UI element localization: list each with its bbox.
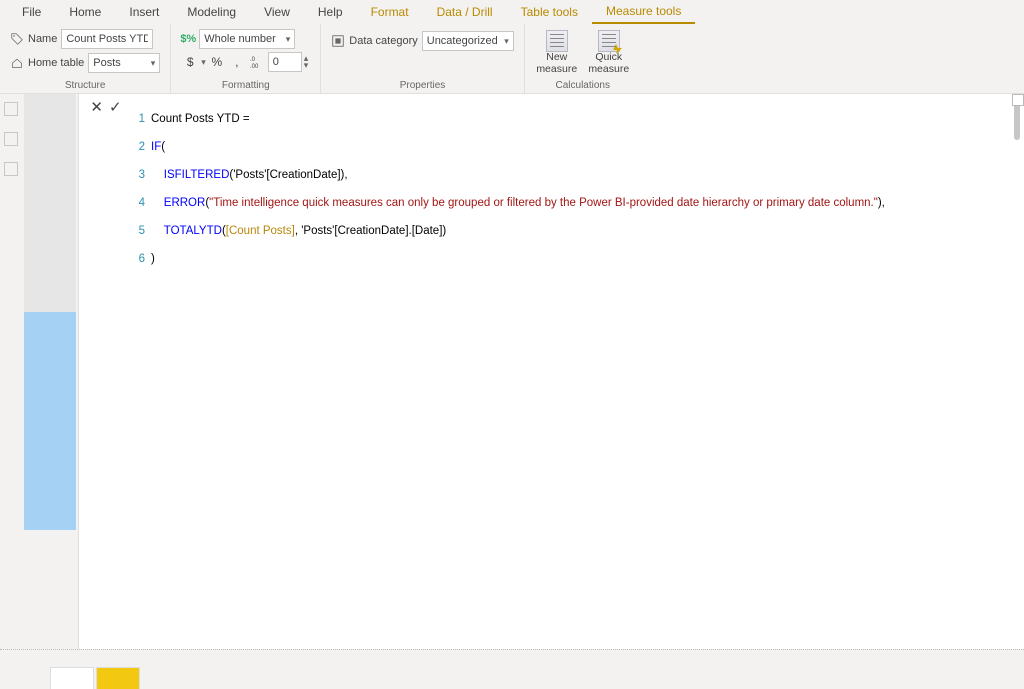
page-tabs xyxy=(0,649,1024,689)
chevron-down-icon: ▾ xyxy=(151,58,156,69)
currency-button[interactable]: $ xyxy=(181,52,199,72)
home-table-icon xyxy=(10,56,24,70)
group-structure: Name Home table Posts ▾ Structure xyxy=(0,24,171,93)
name-label: Name xyxy=(28,33,57,45)
tag-icon xyxy=(10,32,24,46)
data-category-label: Data category xyxy=(349,35,417,47)
home-table-select[interactable]: Posts ▾ xyxy=(88,53,160,73)
tab-format[interactable]: Format xyxy=(357,1,423,23)
tab-file[interactable]: File xyxy=(8,1,55,23)
name-input[interactable] xyxy=(61,29,153,49)
ribbon: Name Home table Posts ▾ Structure xyxy=(0,24,1024,94)
format-value: Whole number xyxy=(204,33,276,45)
line-number: 5 xyxy=(133,224,151,238)
group-properties: Data category Uncategorized ▾ Properties xyxy=(321,24,524,93)
decimal-group-button[interactable]: .0.00 xyxy=(248,52,266,72)
group-structure-label: Structure xyxy=(10,78,160,91)
group-formatting-label: Formatting xyxy=(181,78,310,91)
commit-formula-button[interactable]: ✓ xyxy=(109,98,122,116)
data-category-value: Uncategorized xyxy=(427,35,498,47)
tab-help[interactable]: Help xyxy=(304,1,357,23)
quick-measure-label: Quick measure xyxy=(587,52,631,75)
data-category-select[interactable]: Uncategorized ▾ xyxy=(422,31,514,51)
ribbon-tabs: File Home Insert Modeling View Help Form… xyxy=(0,0,1024,24)
page-tab-1[interactable] xyxy=(50,667,94,689)
percent-button[interactable]: % xyxy=(208,52,226,72)
chevron-down-icon: ▾ xyxy=(286,34,291,45)
calculator-icon xyxy=(546,30,568,52)
dax-code-editor[interactable]: 1Count Posts YTD = 2IF( 3 ISFILTERED('Po… xyxy=(133,94,1024,649)
scrollbar-vertical[interactable] xyxy=(1014,100,1020,140)
selection-pane xyxy=(22,94,78,649)
quick-measure-icon xyxy=(598,30,620,52)
group-calculations: New measure Quick measure Calculations xyxy=(525,24,641,93)
data-view-icon[interactable] xyxy=(4,132,18,146)
tab-view[interactable]: View xyxy=(250,1,304,23)
home-table-label: Home table xyxy=(28,57,84,69)
report-view-icon[interactable] xyxy=(4,102,18,116)
thousands-button[interactable]: , xyxy=(228,52,246,72)
quick-measure-button[interactable]: Quick measure xyxy=(587,28,631,75)
main-area: ✕ ✓ 1Count Posts YTD = 2IF( 3 ISFILTERED… xyxy=(0,94,1024,649)
tab-measure-tools[interactable]: Measure tools xyxy=(592,0,695,24)
line-number: 3 xyxy=(133,168,151,182)
spinner-down-icon[interactable]: ▾ xyxy=(304,62,309,69)
svg-text:.00: .00 xyxy=(250,64,259,68)
group-calculations-label: Calculations xyxy=(535,78,631,91)
page-tab-2[interactable] xyxy=(96,667,140,689)
tab-modeling[interactable]: Modeling xyxy=(173,1,250,23)
new-measure-label: New measure xyxy=(535,52,579,75)
line-number: 6 xyxy=(133,252,151,266)
view-rail xyxy=(0,94,22,649)
line-number: 1 xyxy=(133,112,151,126)
format-select[interactable]: Whole number ▾ xyxy=(199,29,295,49)
group-properties-label: Properties xyxy=(331,78,513,91)
visual-thumb-2[interactable] xyxy=(24,312,76,530)
line-number: 4 xyxy=(133,196,151,210)
model-view-icon[interactable] xyxy=(4,162,18,176)
chevron-down-icon: ▾ xyxy=(504,36,509,47)
chevron-down-icon[interactable]: ▾ xyxy=(201,57,206,68)
format-icon: $% xyxy=(181,32,195,46)
cancel-formula-button[interactable]: ✕ xyxy=(90,98,103,116)
svg-text:.0: .0 xyxy=(250,57,256,63)
home-table-value: Posts xyxy=(93,57,121,69)
tab-home[interactable]: Home xyxy=(55,1,115,23)
visual-thumb-1[interactable] xyxy=(24,94,76,312)
formula-editor: ✕ ✓ 1Count Posts YTD = 2IF( 3 ISFILTERED… xyxy=(78,94,1024,649)
line-number: 2 xyxy=(133,140,151,154)
tab-table-tools[interactable]: Table tools xyxy=(507,1,592,23)
group-formatting: $% Whole number ▾ $ ▾ % , .0.00 ▴ ▾ xyxy=(171,24,321,93)
decimals-input[interactable] xyxy=(268,52,302,72)
tab-insert[interactable]: Insert xyxy=(115,1,173,23)
data-category-icon xyxy=(331,34,345,48)
tab-data-drill[interactable]: Data / Drill xyxy=(423,1,507,23)
new-measure-button[interactable]: New measure xyxy=(535,28,579,75)
expand-editor-icon[interactable] xyxy=(1012,94,1024,106)
